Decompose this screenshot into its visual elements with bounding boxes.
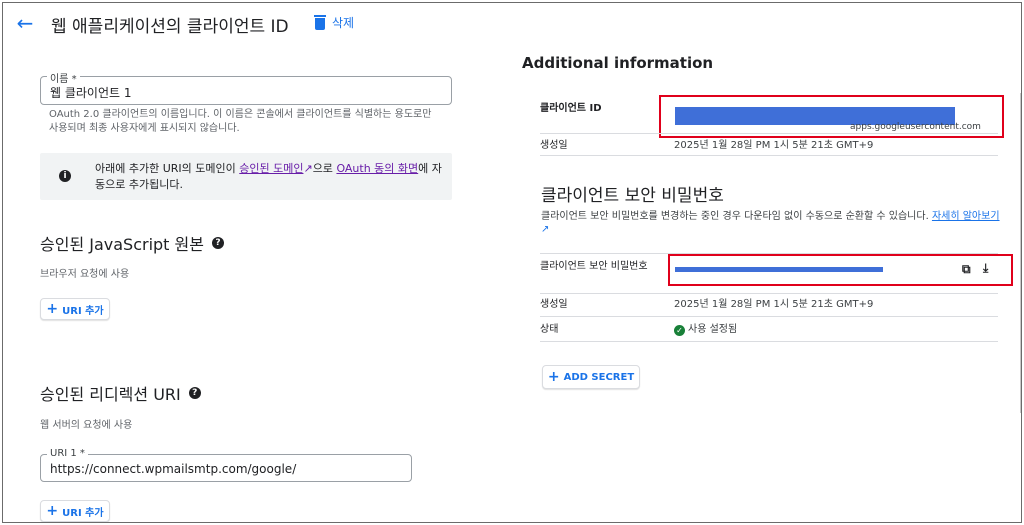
name-help-line2: 사용되며 최종 사용자에게 표시되지 않습니다. — [49, 123, 240, 134]
learn-more-link[interactable]: 자세히 알아보기 — [932, 211, 1000, 222]
plus-icon: + — [547, 369, 560, 385]
info-icon: i — [59, 170, 71, 182]
divider — [540, 316, 998, 317]
client-id-highlight — [659, 95, 1004, 138]
notice-text: 아래에 추가한 URI의 도메인이 승인된 도메인↗으로 OAuth 동의 화면… — [95, 161, 445, 193]
plus-icon: + — [46, 301, 59, 317]
secret-label: 클라이언트 보안 비밀번호 — [540, 261, 648, 272]
help-icon[interactable]: ? — [211, 237, 224, 249]
js-origins-title: 승인된 JavaScript 원본 ? — [40, 231, 224, 255]
js-origins-title-text: 승인된 JavaScript 원본 — [40, 235, 204, 254]
add-redirect-uri-button[interactable]: + URI 추가 — [40, 500, 110, 522]
status-value: ✓ 사용 설정됨 — [674, 322, 737, 337]
help-icon[interactable]: ? — [188, 387, 201, 399]
name-field-value: 웹 클라이언트 1 — [50, 86, 132, 100]
add-secret-button[interactable]: + ADD SECRET — [542, 365, 640, 389]
scrollbar[interactable] — [1020, 93, 1021, 413]
add-js-origin-button[interactable]: + URI 추가 — [40, 298, 110, 320]
secret-help-body: 클라이언트 보안 비밀번호를 변경하는 중인 경우 다운타임 없이 수동으로 순… — [541, 211, 929, 222]
status-label: 상태 — [540, 324, 559, 335]
authorized-domains-link[interactable]: 승인된 도메인 — [239, 162, 303, 175]
redirect-uri-field-label: URI 1 * — [47, 448, 88, 459]
name-field[interactable]: 이름 * 웹 클라이언트 1 — [40, 70, 452, 105]
secret-highlight — [668, 254, 1013, 286]
add-redirect-uri-label: URI 추가 — [62, 507, 104, 519]
divider — [540, 341, 998, 342]
notice-text-before: 아래에 추가한 URI의 도메인이 — [95, 162, 240, 175]
secret-help-text: 클라이언트 보안 비밀번호를 변경하는 중인 경우 다운타임 없이 수동으로 순… — [541, 210, 1001, 236]
delete-button[interactable]: 삭제 — [314, 14, 354, 31]
page-title: 웹 애플리케이션의 클라이언트 ID — [51, 17, 289, 37]
divider — [540, 293, 998, 294]
js-origins-subtitle: 브라우저 요청에 사용 — [40, 269, 130, 280]
client-id-label: 클라이언트 ID — [540, 103, 602, 114]
name-field-label: 이름 * — [47, 70, 80, 85]
divider — [540, 133, 998, 134]
client-details-page: ← 웹 애플리케이션의 클라이언트 ID 삭제 이름 * 웹 클라이언트 1 O… — [2, 2, 1022, 523]
redirect-uri-field[interactable]: URI 1 * https://connect.wpmailsmtp.com/g… — [40, 448, 412, 482]
add-secret-label: ADD SECRET — [563, 371, 635, 383]
notice-text-mid: 으로 — [312, 162, 337, 175]
secret-created-label: 생성일 — [540, 299, 568, 310]
external-link-icon: ↗ — [303, 162, 313, 175]
status-value-text: 사용 설정됨 — [688, 324, 738, 335]
redirect-uri-field-value: https://connect.wpmailsmtp.com/google/ — [50, 462, 297, 476]
redirect-uris-title-text: 승인된 리디렉션 URI — [40, 385, 181, 404]
secret-created-value: 2025년 1월 28일 PM 1시 5분 21초 GMT+9 — [674, 299, 874, 310]
created-value: 2025년 1월 28일 PM 1시 5분 21초 GMT+9 — [674, 140, 874, 151]
created-label: 생성일 — [540, 140, 568, 151]
secret-section-title: 클라이언트 보안 비밀번호 — [541, 186, 724, 206]
name-help-text: OAuth 2.0 클라이언트의 이름입니다. 이 이름은 콘솔에서 클라이언트… — [49, 108, 431, 136]
trash-icon — [314, 15, 326, 30]
check-circle-icon: ✓ — [674, 325, 685, 336]
divider — [540, 155, 998, 156]
redirect-uris-subtitle: 웹 서버의 요청에 사용 — [40, 420, 133, 431]
redirect-uris-title: 승인된 리디렉션 URI ? — [40, 381, 201, 405]
add-js-origin-label: URI 추가 — [62, 305, 104, 317]
domain-notice: i 아래에 추가한 URI의 도메인이 승인된 도메인↗으로 OAuth 동의 … — [40, 153, 452, 200]
name-help-line1: OAuth 2.0 클라이언트의 이름입니다. 이 이름은 콘솔에서 클라이언트… — [49, 109, 432, 120]
arrow-back-icon[interactable]: ← — [13, 11, 37, 35]
delete-label: 삭제 — [332, 16, 355, 30]
oauth-consent-link[interactable]: OAuth 동의 화면 — [336, 162, 418, 175]
plus-icon: + — [46, 503, 59, 519]
additional-info-title: Additional information — [522, 54, 714, 72]
external-link-icon: ↗ — [541, 224, 550, 235]
